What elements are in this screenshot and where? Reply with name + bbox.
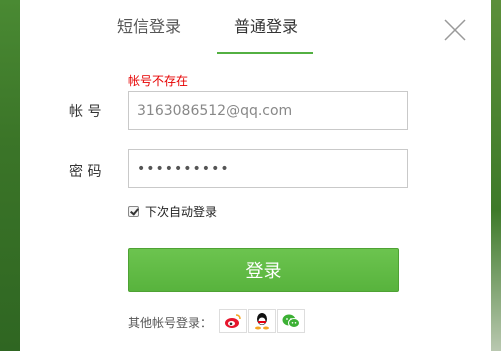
password-label: 密 码: [69, 164, 102, 180]
close-button[interactable]: [442, 17, 468, 43]
error-message: 帐号不存在: [128, 74, 189, 88]
qq-icon: [255, 313, 269, 330]
weibo-icon: [225, 314, 241, 328]
qq-login-button[interactable]: [248, 309, 276, 333]
background-left: [0, 0, 20, 351]
account-label: 帐 号: [69, 104, 102, 120]
auto-login-label: 下次自动登录: [145, 205, 218, 219]
auto-login-checkbox[interactable]: [128, 206, 139, 217]
weibo-login-button[interactable]: [219, 309, 247, 333]
tab-sms-login[interactable]: 短信登录: [117, 13, 181, 37]
tab-normal-login[interactable]: 普通登录: [234, 13, 298, 37]
login-dialog: 短信登录 普通登录 帐号不存在 帐 号 密 码 下次自动登录 登录 其他帐号登录…: [20, 0, 491, 351]
account-input[interactable]: [128, 91, 408, 130]
auto-login-option[interactable]: 下次自动登录: [128, 203, 217, 220]
wechat-login-button[interactable]: [277, 309, 305, 333]
wechat-icon: [282, 314, 300, 328]
login-tabs: 短信登录 普通登录: [20, 0, 491, 56]
password-input[interactable]: [128, 149, 408, 188]
other-accounts-label: 其他帐号登录：: [128, 316, 213, 330]
active-tab-indicator: [217, 52, 313, 54]
login-button[interactable]: 登录: [128, 248, 399, 292]
close-icon: [444, 19, 466, 41]
background-right: [491, 0, 501, 351]
